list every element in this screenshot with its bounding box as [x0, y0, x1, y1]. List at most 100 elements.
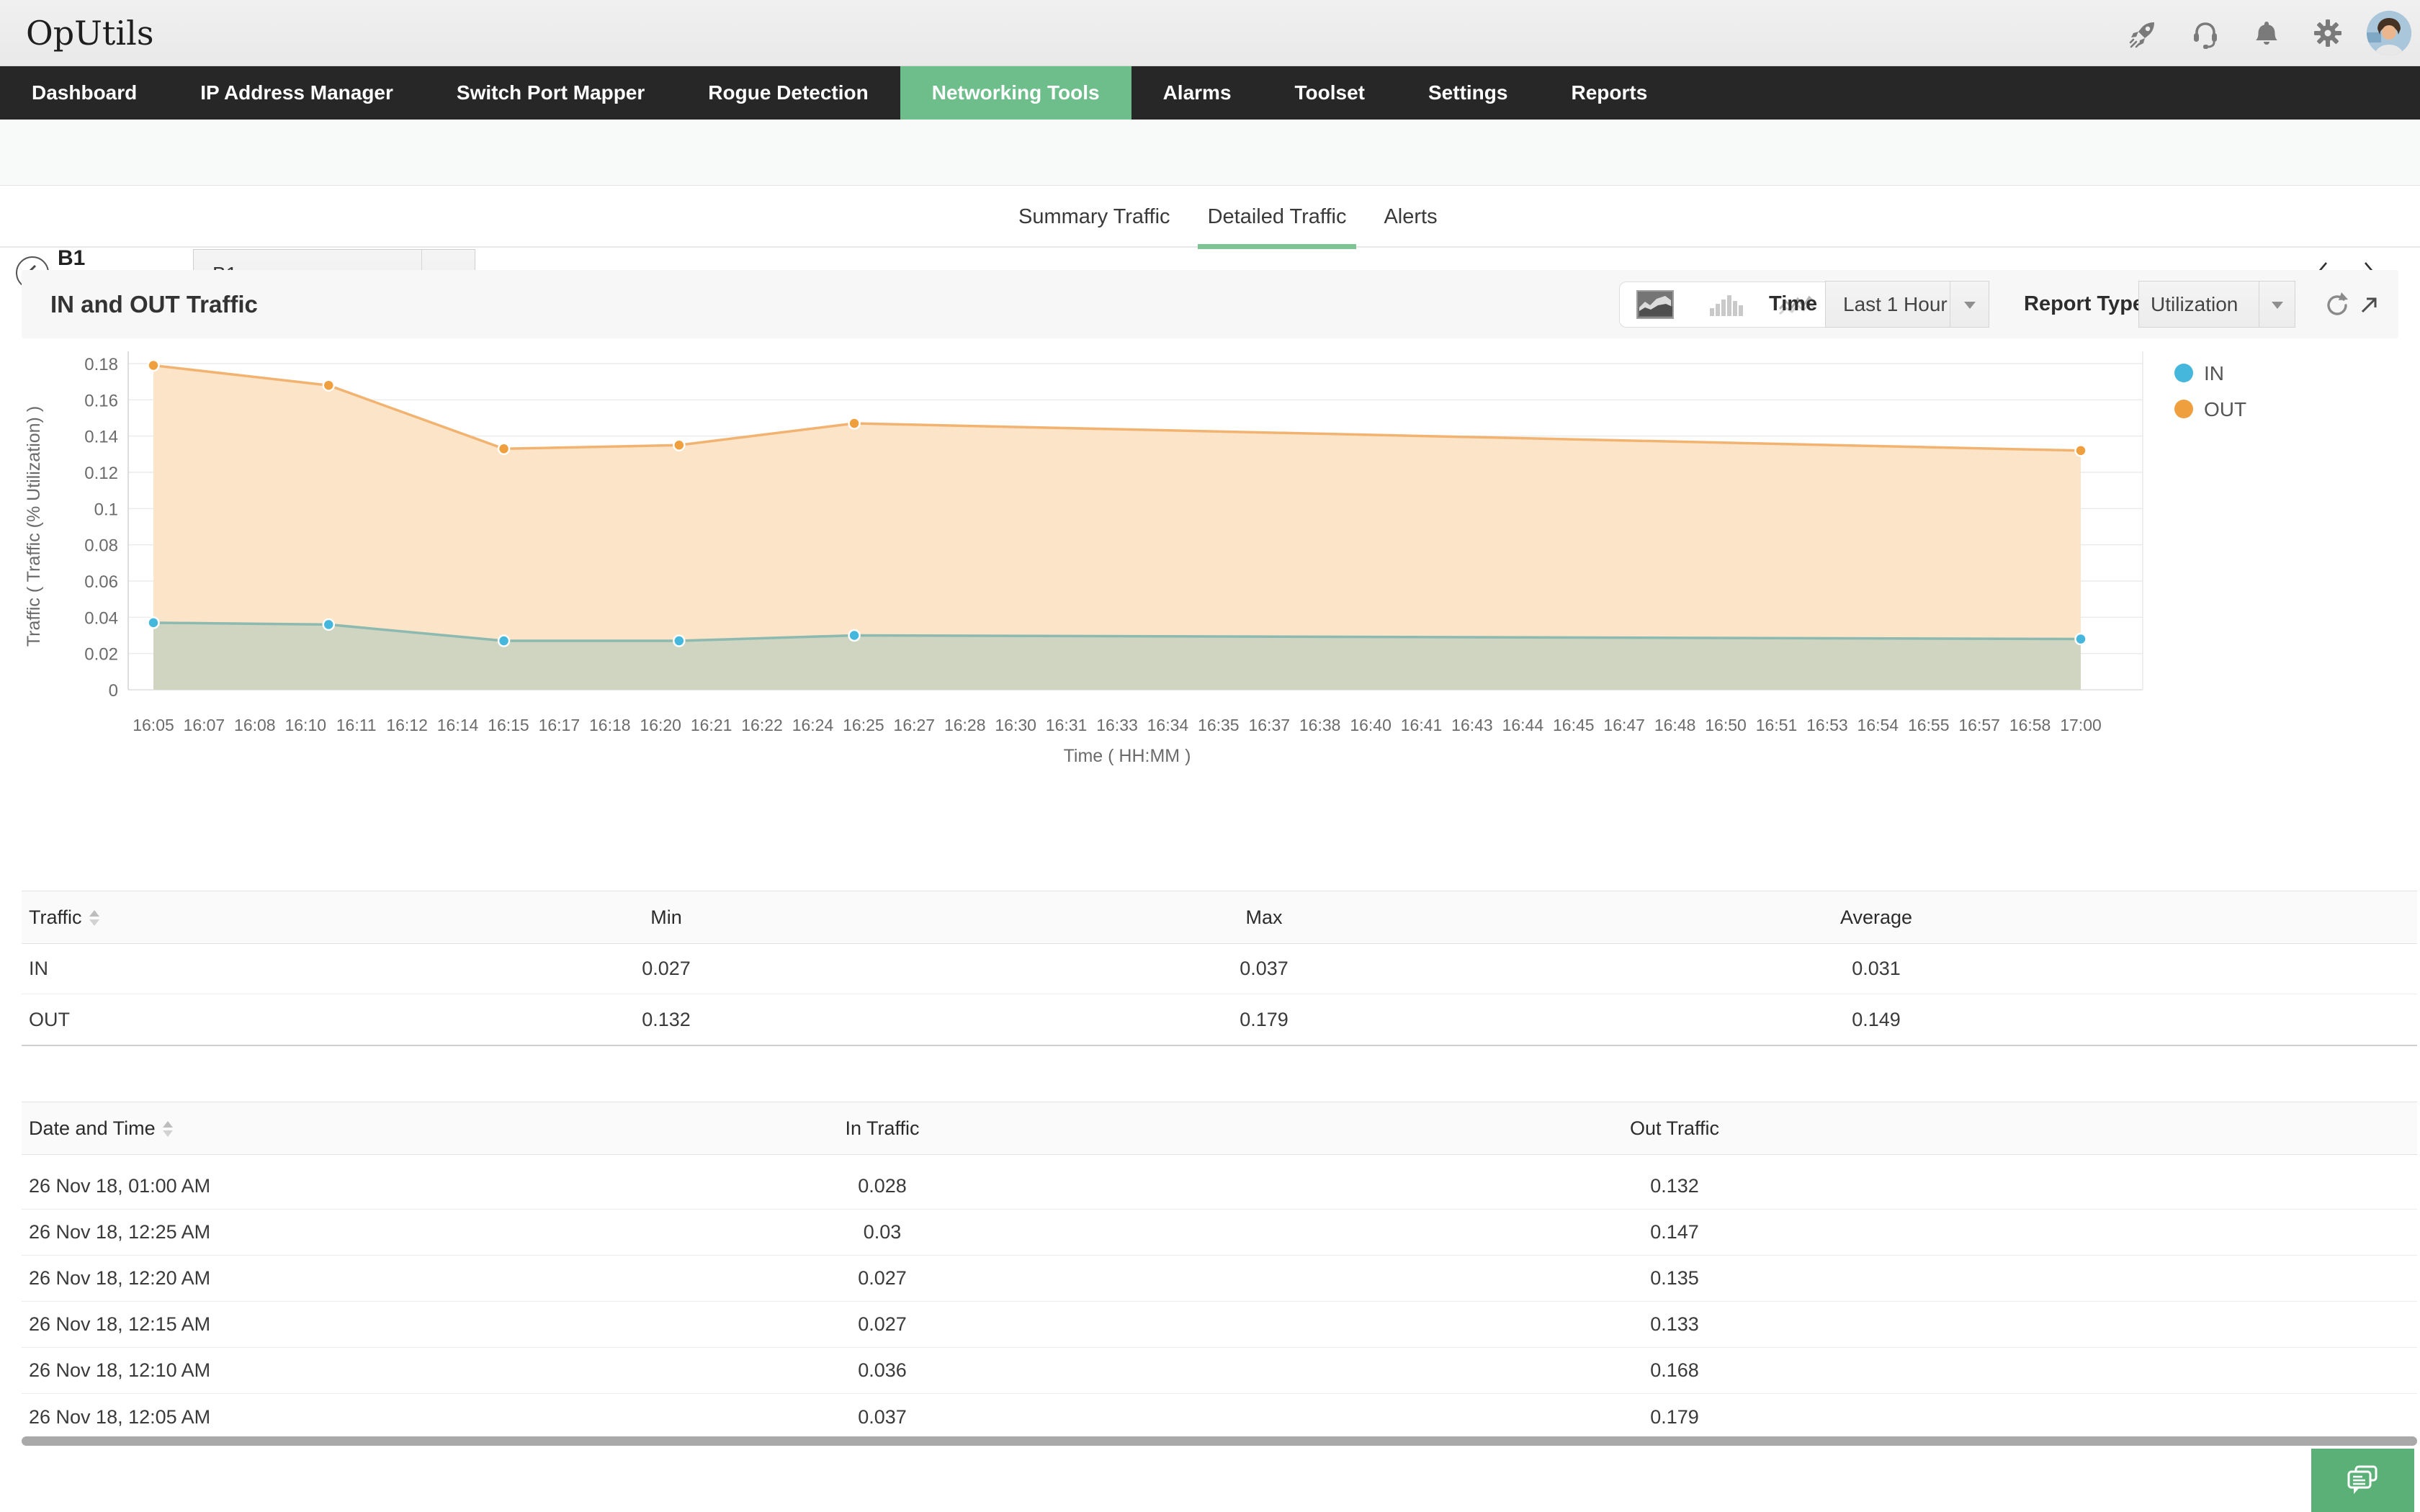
y-tick-label: 0.1 — [94, 500, 118, 519]
x-tick-label: 16:28 — [944, 716, 986, 734]
nav-item-reports[interactable]: Reports — [1539, 66, 1679, 120]
x-tick-label: 16:24 — [792, 716, 834, 734]
x-tick-label: 16:44 — [1502, 716, 1544, 734]
tab-detailed-traffic[interactable]: Detailed Traffic — [1198, 186, 1357, 248]
x-tick-label: 16:30 — [995, 716, 1036, 734]
table-cell: 0.028 — [346, 1175, 1419, 1197]
table-cell: 0.179 — [1419, 1406, 1930, 1428]
expand-icon[interactable] — [2357, 293, 2381, 318]
time-select-value: Last 1 Hour — [1843, 282, 1948, 327]
tab-summary-traffic[interactable]: Summary Traffic — [1008, 186, 1180, 248]
legend-dot-in[interactable] — [2174, 364, 2193, 382]
data-point-out — [2076, 445, 2087, 456]
bar-chart-button[interactable] — [1700, 283, 1751, 326]
table-cell: 0.132 — [1419, 1175, 1930, 1197]
legend-label-in[interactable]: IN — [2204, 362, 2224, 384]
y-tick-label: 0 — [109, 681, 118, 701]
summary-table: TrafficMinMaxAverage IN0.0270.0370.031OU… — [22, 891, 2417, 1046]
table-cell: 0.147 — [1419, 1221, 1930, 1243]
view-tabs: Summary Traffic Detailed Traffic Alerts — [1008, 186, 1448, 248]
view-tabs-bar: Summary Traffic Detailed Traffic Alerts — [0, 186, 2420, 248]
table-cell: 0.03 — [346, 1221, 1419, 1243]
nav-item-toolset[interactable]: Toolset — [1263, 66, 1397, 120]
table-row: 26 Nov 18, 01:00 AM0.0280.132 — [22, 1164, 2417, 1210]
x-tick-label: 16:12 — [386, 716, 428, 734]
table-cell: 0.037 — [346, 1406, 1419, 1428]
user-avatar[interactable] — [2367, 11, 2411, 55]
table-row: 26 Nov 18, 12:25 AM0.030.147 — [22, 1210, 2417, 1256]
column-header-out-traffic[interactable]: Out Traffic — [1419, 1117, 1930, 1140]
y-tick-label: 0.16 — [84, 391, 118, 410]
headset-icon[interactable] — [2190, 17, 2221, 49]
x-tick-label: 16:53 — [1806, 716, 1848, 734]
data-point-in — [849, 630, 860, 641]
nav-item-rogue-detection[interactable]: Rogue Detection — [676, 66, 900, 120]
table-row: 26 Nov 18, 12:10 AM0.0360.168 — [22, 1348, 2417, 1394]
nav-item-alarms[interactable]: Alarms — [1131, 66, 1263, 120]
x-tick-label: 16:54 — [1857, 716, 1899, 734]
rocket-icon[interactable] — [2128, 17, 2159, 49]
legend-label-out[interactable]: OUT — [2204, 398, 2246, 420]
table-cell: 0.031 — [1541, 958, 2211, 980]
table-row: 26 Nov 18, 12:05 AM0.0370.179 — [22, 1394, 2417, 1440]
table-cell: 0.179 — [987, 1009, 1541, 1031]
x-tick-label: 16:50 — [1705, 716, 1747, 734]
tab-alerts[interactable]: Alerts — [1373, 186, 1447, 248]
y-tick-label: 0.08 — [84, 536, 118, 556]
bell-icon[interactable] — [2251, 17, 2282, 49]
table-cell: 0.037 — [987, 958, 1541, 980]
x-tick-label: 16:05 — [133, 716, 174, 734]
x-tick-label: 16:38 — [1299, 716, 1341, 734]
chat-button[interactable] — [2311, 1449, 2414, 1512]
x-tick-label: 16:34 — [1147, 716, 1189, 734]
data-point-in — [673, 636, 684, 647]
x-tick-label: 16:47 — [1603, 716, 1645, 734]
refresh-icon[interactable] — [2321, 290, 2350, 319]
nav-item-switch-port-mapper[interactable]: Switch Port Mapper — [425, 66, 676, 120]
x-tick-label: 16:37 — [1248, 716, 1290, 734]
table-cell: 0.036 — [346, 1359, 1419, 1382]
column-header-min[interactable]: Min — [346, 906, 987, 929]
column-header-date-and-time[interactable]: Date and Time — [22, 1117, 346, 1140]
x-tick-label: 16:20 — [640, 716, 681, 734]
y-tick-label: 0.12 — [84, 464, 118, 483]
table-cell: 0.168 — [1419, 1359, 1930, 1382]
table-cell: 0.027 — [346, 1267, 1419, 1290]
y-tick-label: 0.14 — [84, 428, 118, 447]
time-select[interactable]: Last 1 Hour — [1825, 281, 1989, 328]
x-tick-label: 16:21 — [691, 716, 732, 734]
breadcrumb-bar: B1 192.168.50.132 B1 — [0, 120, 2420, 186]
table-cell: 26 Nov 18, 12:15 AM — [22, 1313, 346, 1336]
nav-item-ip-address-manager[interactable]: IP Address Manager — [169, 66, 425, 120]
time-label: Time — [1769, 270, 1817, 338]
legend-dot-out[interactable] — [2174, 400, 2193, 418]
table-cell: 26 Nov 18, 12:05 AM — [22, 1406, 346, 1428]
nav-item-dashboard[interactable]: Dashboard — [0, 66, 169, 120]
data-point-out — [673, 440, 684, 451]
x-tick-label: 17:00 — [2060, 716, 2102, 734]
report-type-select-value: Utilization — [2151, 282, 2238, 327]
data-point-in — [148, 617, 159, 628]
table-cell: 26 Nov 18, 12:20 AM — [22, 1267, 346, 1290]
table-cell: 0.132 — [346, 1009, 987, 1031]
x-axis-title: Time ( HH:MM ) — [1064, 746, 1191, 766]
sort-icon — [163, 1121, 173, 1137]
x-tick-label: 16:51 — [1756, 716, 1798, 734]
column-header-max[interactable]: Max — [987, 906, 1541, 929]
table-row: 26 Nov 18, 12:20 AM0.0270.135 — [22, 1256, 2417, 1302]
device-name: B1 — [58, 246, 85, 271]
traffic-chart: 00.020.040.060.080.10.120.140.160.1816:0… — [0, 338, 2420, 814]
nav-item-networking-tools[interactable]: Networking Tools — [900, 66, 1131, 120]
report-type-select[interactable]: Utilization — [2138, 281, 2295, 328]
datetime-table: Date and TimeIn TrafficOut Traffic 26 No… — [22, 1102, 2417, 1441]
gear-icon[interactable] — [2312, 17, 2344, 49]
column-header-average[interactable]: Average — [1541, 906, 2211, 929]
table-cell: OUT — [22, 1009, 346, 1031]
area-chart-button[interactable] — [1630, 283, 1680, 326]
nav-item-settings[interactable]: Settings — [1397, 66, 1539, 120]
horizontal-scrollbar[interactable] — [22, 1436, 2417, 1446]
x-tick-label: 16:58 — [2009, 716, 2051, 734]
column-header-traffic[interactable]: Traffic — [22, 906, 346, 929]
data-point-out — [498, 444, 509, 454]
column-header-in-traffic[interactable]: In Traffic — [346, 1117, 1419, 1140]
